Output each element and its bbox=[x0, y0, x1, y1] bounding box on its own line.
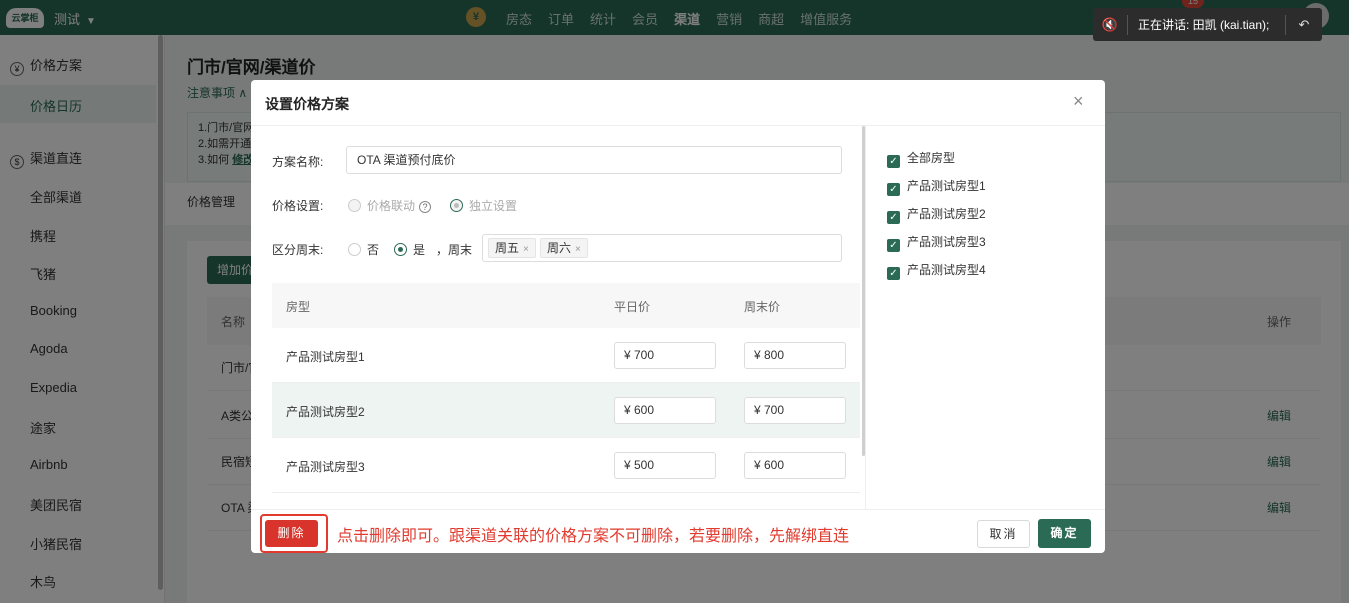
dialog-form: 方案名称: OTA 渠道预付底价 价格设置: 价格联动? 独立设置 区分周末: … bbox=[251, 126, 865, 509]
radio-weekend-yes[interactable]: 是 bbox=[394, 241, 425, 258]
mic-muted-icon[interactable]: 🔇 bbox=[1093, 17, 1127, 33]
tag-saturday: 周六 × bbox=[540, 238, 588, 258]
radio-label: 独立设置 bbox=[469, 199, 518, 213]
weekend-price-input[interactable]: ¥ 700 bbox=[744, 397, 846, 424]
room-type-checklist: ✓ 全部房型 ✓ 产品测试房型1 ✓ 产品测试房型2 ✓ 产品测试房型3 ✓ 产品测试房型4 bbox=[866, 126, 1105, 509]
dialog-title: 设置价格方案 bbox=[265, 96, 349, 112]
radio-icon bbox=[348, 199, 361, 212]
tag-label: 周六 bbox=[547, 241, 572, 255]
confirm-button[interactable]: 确定 bbox=[1038, 519, 1091, 548]
radio-price-linked[interactable]: 价格联动? bbox=[348, 197, 432, 214]
delete-button[interactable]: 删除 bbox=[265, 520, 318, 547]
tag-remove-icon[interactable]: × bbox=[575, 244, 581, 255]
help-icon[interactable]: ? bbox=[419, 201, 432, 213]
col-weekday-price: 平日价 bbox=[614, 300, 651, 314]
weekend-days-select[interactable]: 周五 × 周六 × bbox=[482, 234, 842, 262]
weekday-price-input[interactable]: ¥ 600 bbox=[614, 397, 716, 424]
radio-icon bbox=[348, 243, 361, 256]
price-table-row: 产品测试房型3 ¥ 500 ¥ 600 bbox=[272, 438, 860, 493]
cancel-button[interactable]: 取消 bbox=[977, 520, 1030, 548]
radio-label: 是 bbox=[413, 243, 426, 257]
price-table-row: 产品测试房型2 ¥ 600 ¥ 700 bbox=[272, 383, 860, 438]
room-type-checkbox[interactable]: ✓ 产品测试房型1 bbox=[887, 177, 986, 196]
dialog-header: 设置价格方案 × bbox=[251, 80, 1105, 126]
tag-friday: 周五 × bbox=[488, 238, 536, 258]
price-scheme-dialog: 设置价格方案 × 方案名称: OTA 渠道预付底价 价格设置: 价格联动? 独立… bbox=[251, 80, 1105, 553]
price-table-row bbox=[272, 493, 860, 509]
price-setting-label: 价格设置: bbox=[272, 199, 324, 213]
col-weekend-price: 周末价 bbox=[744, 300, 781, 314]
speaking-text: 正在讲话: 田凯 (kai.tian); bbox=[1138, 18, 1270, 32]
checkbox-checked-icon: ✓ bbox=[887, 239, 900, 252]
scheme-name-label: 方案名称: bbox=[272, 155, 324, 169]
room-type-checkbox[interactable]: ✓ 产品测试房型4 bbox=[887, 261, 986, 280]
tag-remove-icon[interactable]: × bbox=[523, 244, 529, 255]
room-type-name: 产品测试房型3 bbox=[286, 460, 365, 474]
speaking-indicator: 🔇 正在讲话: 田凯 (kai.tian); ↶ bbox=[1093, 8, 1322, 41]
weekend-price-input[interactable]: ¥ 600 bbox=[744, 452, 846, 479]
checkbox-label: 产品测试房型1 bbox=[907, 179, 986, 193]
checkbox-label: 产品测试房型3 bbox=[907, 235, 986, 249]
radio-icon bbox=[394, 243, 407, 256]
scheme-name-input[interactable]: OTA 渠道预付底价 bbox=[346, 146, 842, 174]
delete-annotation: 点击删除即可。跟渠道关联的价格方案不可删除，若要删除，先解绑直连 bbox=[337, 528, 850, 545]
reply-icon[interactable]: ↶ bbox=[1286, 17, 1322, 33]
price-table-row: 产品测试房型1 ¥ 700 ¥ 800 bbox=[272, 328, 860, 383]
room-type-checkbox[interactable]: ✓ 产品测试房型3 bbox=[887, 233, 986, 252]
checkbox-label: 产品测试房型4 bbox=[907, 263, 986, 277]
weekday-price-input[interactable]: ¥ 500 bbox=[614, 452, 716, 479]
tag-label: 周五 bbox=[495, 241, 520, 255]
checkbox-checked-icon: ✓ bbox=[887, 183, 900, 196]
room-type-checkbox[interactable]: ✓ 全部房型 bbox=[887, 149, 955, 168]
col-room-type: 房型 bbox=[286, 300, 311, 314]
room-type-name: 产品测试房型1 bbox=[286, 350, 365, 364]
dialog-footer: 删除 点击删除即可。跟渠道关联的价格方案不可删除，若要删除，先解绑直连 取消 确… bbox=[251, 509, 1105, 553]
checkbox-checked-icon: ✓ bbox=[887, 155, 900, 168]
weekday-price-input[interactable]: ¥ 700 bbox=[614, 342, 716, 369]
weekend-label: 区分周末: bbox=[272, 243, 324, 257]
radio-label: 否 bbox=[367, 243, 380, 257]
checkbox-label: 产品测试房型2 bbox=[907, 207, 986, 221]
radio-icon bbox=[450, 199, 463, 212]
price-table-header: 房型 平日价 周末价 bbox=[272, 283, 860, 328]
checkbox-label: 全部房型 bbox=[907, 151, 956, 165]
close-icon[interactable]: × bbox=[1073, 92, 1084, 110]
radio-weekend-no[interactable]: 否 bbox=[348, 241, 379, 258]
weekend-suffix: ，周末 bbox=[436, 243, 473, 257]
checkbox-checked-icon: ✓ bbox=[887, 267, 900, 280]
radio-label: 价格联动 bbox=[367, 199, 416, 213]
weekend-price-input[interactable]: ¥ 800 bbox=[744, 342, 846, 369]
room-type-checkbox[interactable]: ✓ 产品测试房型2 bbox=[887, 205, 986, 224]
room-type-name: 产品测试房型2 bbox=[286, 405, 365, 419]
radio-independent[interactable]: 独立设置 bbox=[450, 197, 517, 214]
checkbox-checked-icon: ✓ bbox=[887, 211, 900, 224]
